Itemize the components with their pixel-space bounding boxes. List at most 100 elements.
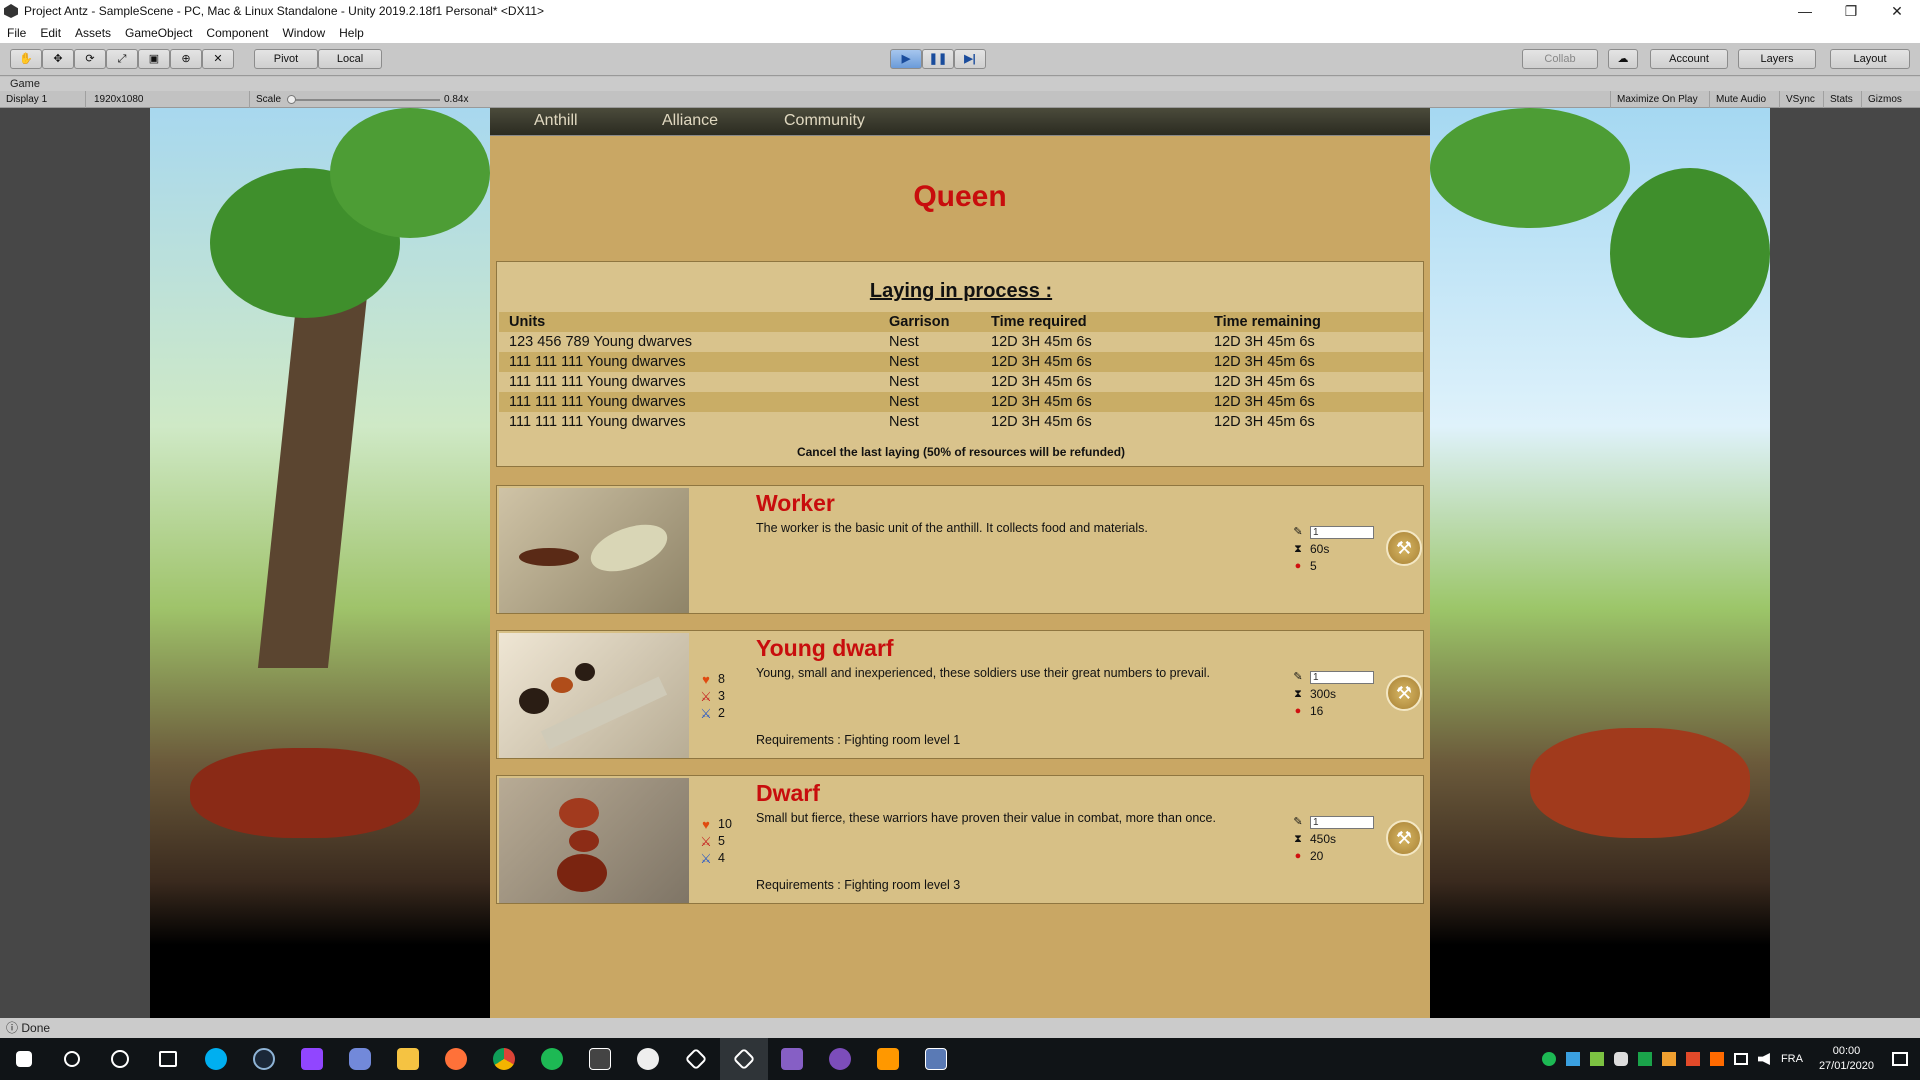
close-button[interactable]: ✕	[1874, 0, 1920, 22]
app-tray-icon[interactable]	[1637, 1052, 1652, 1066]
col-time-remaining: Time remaining	[1214, 314, 1321, 330]
quantity-input[interactable]: 1	[1310, 671, 1374, 684]
menu-help[interactable]: Help	[332, 26, 371, 40]
quantity-input[interactable]: 1	[1310, 526, 1374, 539]
cell-time-remaining: 12D 3H 45m 6s	[1214, 394, 1315, 410]
app-window[interactable]	[912, 1038, 960, 1080]
nav-tab-alliance[interactable]: Alliance	[662, 112, 718, 130]
table-row: 111 111 111 Young dwarves Nest 12D 3H 45…	[499, 372, 1423, 392]
unity-hub-app[interactable]	[672, 1038, 720, 1080]
twitch-app[interactable]	[288, 1038, 336, 1080]
lay-dwarf-button[interactable]: ⚒	[1386, 820, 1422, 856]
hand-tool-icon[interactable]: ✋	[10, 49, 42, 69]
layers-dropdown[interactable]: Layers	[1738, 49, 1816, 69]
scale-slider-track[interactable]	[290, 99, 440, 101]
rect-tool-icon[interactable]: ▣	[138, 49, 170, 69]
lay-young-dwarf-button[interactable]: ⚒	[1386, 675, 1422, 711]
game-tab[interactable]: Game	[0, 77, 1920, 91]
maximize-button[interactable]: ❐	[1828, 0, 1874, 22]
cortana-button[interactable]	[96, 1038, 144, 1080]
mute-audio-toggle[interactable]: Mute Audio	[1710, 91, 1780, 108]
local-toggle[interactable]: Local	[318, 49, 382, 69]
discord-tray-icon[interactable]	[1613, 1052, 1628, 1066]
menu-file[interactable]: File	[0, 26, 33, 40]
app-tray-icon[interactable]	[1685, 1052, 1700, 1066]
cell-units: 111 111 111 Young dwarves	[509, 394, 686, 410]
transform-tool-icon[interactable]: ⊕	[170, 49, 202, 69]
defense-icon: ⚔	[700, 706, 712, 721]
notification-icon[interactable]	[1892, 1052, 1908, 1066]
custom-tool-icon[interactable]: ✕	[202, 49, 234, 69]
pivot-toggle[interactable]: Pivot	[254, 49, 318, 69]
chrome-app[interactable]	[480, 1038, 528, 1080]
play-button[interactable]: ▶	[890, 49, 922, 69]
menu-component[interactable]: Component	[199, 26, 275, 40]
cancel-laying-button[interactable]: Cancel the last laying (50% of resources…	[497, 445, 1425, 459]
collab-dropdown[interactable]: Collab	[1522, 49, 1598, 69]
cell-time-required: 12D 3H 45m 6s	[991, 394, 1092, 410]
minimize-button[interactable]: —	[1782, 0, 1828, 22]
unity-icon	[732, 1047, 756, 1071]
firefox-app[interactable]	[432, 1038, 480, 1080]
app-tray-icon[interactable]	[1589, 1052, 1604, 1066]
stats-toggle[interactable]: Stats	[1824, 91, 1862, 108]
menu-edit[interactable]: Edit	[33, 26, 68, 40]
skype-icon	[205, 1048, 227, 1070]
cloud-icon[interactable]: ☁	[1608, 49, 1638, 69]
app-icon	[829, 1048, 851, 1070]
gizmos-dropdown[interactable]: Gizmos	[1862, 91, 1920, 108]
unit-name: Dwarf	[756, 780, 820, 806]
scale-tool-icon[interactable]: ⤢	[106, 49, 138, 69]
skype-app[interactable]	[192, 1038, 240, 1080]
sublime-text-app[interactable]	[864, 1038, 912, 1080]
calculator-app[interactable]	[576, 1038, 624, 1080]
spotify-tray-icon[interactable]	[1541, 1052, 1556, 1066]
quantity-input[interactable]: 1	[1310, 816, 1374, 829]
app-tray-icon[interactable]	[1709, 1052, 1724, 1066]
move-tool-icon[interactable]: ✥	[42, 49, 74, 69]
lay-worker-button[interactable]: ⚒	[1386, 530, 1422, 566]
game-nav: Anthill Alliance Community	[490, 108, 1430, 136]
clock[interactable]: 00:00 27/01/2020	[1819, 1044, 1874, 1074]
task-view-button[interactable]	[144, 1038, 192, 1080]
network-icon[interactable]	[1733, 1053, 1748, 1065]
resolution-dropdown[interactable]: 1920x1080	[88, 91, 250, 108]
nav-tab-anthill[interactable]: Anthill	[534, 112, 578, 130]
vsync-toggle[interactable]: VSync	[1780, 91, 1824, 108]
layout-dropdown[interactable]: Layout	[1830, 49, 1910, 69]
status-text: Done	[21, 1021, 51, 1035]
app-purple[interactable]	[816, 1038, 864, 1080]
ant-icon: ⚒	[1395, 683, 1413, 703]
account-dropdown[interactable]: Account	[1650, 49, 1728, 69]
pause-button[interactable]: ❚❚	[922, 49, 954, 69]
steam-app[interactable]	[240, 1038, 288, 1080]
search-button[interactable]	[48, 1038, 96, 1080]
menu-assets[interactable]: Assets	[68, 26, 118, 40]
step-button[interactable]: ▶|	[954, 49, 986, 69]
table-row: 123 456 789 Young dwarves Nest 12D 3H 45…	[499, 332, 1423, 352]
apple-icon: ●	[1294, 560, 1302, 572]
rotate-tool-icon[interactable]: ⟳	[74, 49, 106, 69]
discord-app[interactable]	[336, 1038, 384, 1080]
visual-studio-app[interactable]	[768, 1038, 816, 1080]
display-dropdown[interactable]: Display 1	[0, 91, 86, 108]
menu-window[interactable]: Window	[275, 26, 332, 40]
unity-editor-app[interactable]	[720, 1038, 768, 1080]
unit-defense: 4	[718, 851, 725, 865]
unity-logo-icon	[4, 4, 18, 18]
ant-icon: ⚒	[1395, 828, 1413, 848]
scale-slider-handle[interactable]	[287, 95, 296, 104]
unit-food-cost: 20	[1310, 849, 1324, 863]
spotify-app[interactable]	[528, 1038, 576, 1080]
volume-icon[interactable]	[1757, 1053, 1770, 1065]
window-title: Project Antz - SampleScene - PC, Mac & L…	[24, 4, 545, 18]
nav-tab-community[interactable]: Community	[784, 112, 865, 130]
app-tray-icon[interactable]	[1661, 1052, 1676, 1066]
file-explorer-app[interactable]	[384, 1038, 432, 1080]
app-tray-icon[interactable]	[1565, 1052, 1580, 1066]
menu-gameobject[interactable]: GameObject	[118, 26, 199, 40]
start-button[interactable]	[0, 1038, 48, 1080]
language-indicator[interactable]: FRA	[1781, 1053, 1803, 1065]
compass-app[interactable]	[624, 1038, 672, 1080]
maximize-on-play-toggle[interactable]: Maximize On Play	[1610, 91, 1710, 108]
